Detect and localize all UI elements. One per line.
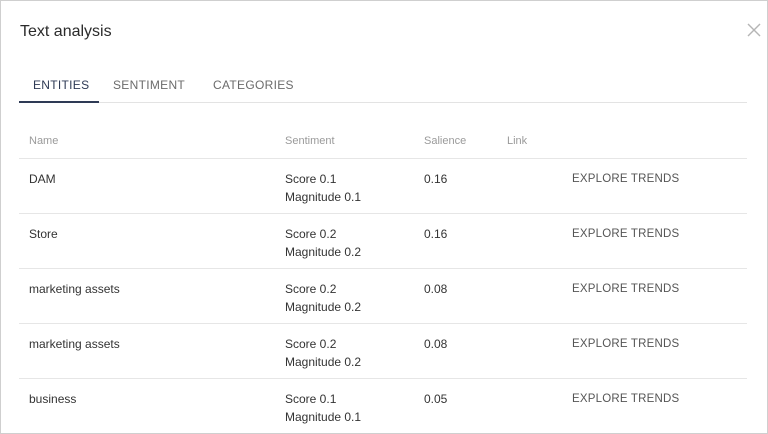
table-row: business Score 0.1 Magnitude 0.1 0.05 EX… (19, 379, 747, 433)
entity-name: marketing assets (29, 282, 120, 296)
sentiment-score: Score 0.2 (285, 337, 337, 351)
table-row: marketing assets Score 0.2 Magnitude 0.2… (19, 269, 747, 324)
sentiment-score: Score 0.1 (285, 172, 337, 186)
dialog-title: Text analysis (20, 23, 112, 40)
entity-name: Store (29, 227, 58, 241)
text-analysis-dialog: Text analysis ENTITIES SENTIMENT CATEGOR… (0, 0, 768, 434)
sentiment-magnitude: Magnitude 0.2 (285, 245, 362, 259)
entities-table: Name Sentiment Salience Link DAM Score 0… (19, 127, 747, 433)
tab-entities[interactable]: ENTITIES (19, 71, 99, 103)
explore-trends-button[interactable]: EXPLORE TRENDS (572, 390, 679, 408)
header-link: Link (507, 135, 528, 147)
entity-salience: 0.08 (424, 282, 448, 296)
table-header: Name Sentiment Salience Link (19, 127, 747, 159)
table-row: DAM Score 0.1 Magnitude 0.1 0.16 EXPLORE… (19, 159, 747, 214)
header-sentiment: Sentiment (285, 135, 335, 147)
explore-trends-button[interactable]: EXPLORE TRENDS (572, 225, 679, 243)
explore-trends-button[interactable]: EXPLORE TRENDS (572, 335, 679, 353)
close-button[interactable] (745, 21, 763, 39)
sentiment-score: Score 0.1 (285, 392, 337, 406)
sentiment-score: Score 0.2 (285, 282, 337, 296)
tab-sentiment[interactable]: SENTIMENT (99, 71, 199, 103)
table-row: marketing assets Score 0.2 Magnitude 0.2… (19, 324, 747, 379)
header-name: Name (29, 135, 59, 147)
explore-trends-button[interactable]: EXPLORE TRENDS (572, 280, 679, 298)
sentiment-score: Score 0.2 (285, 227, 337, 241)
entity-sentiment: Score 0.2 Magnitude 0.2 (285, 335, 361, 371)
entity-sentiment: Score 0.2 Magnitude 0.2 (285, 225, 361, 261)
entity-salience: 0.05 (424, 392, 448, 406)
tab-categories[interactable]: CATEGORIES (199, 71, 308, 103)
entity-name: business (29, 392, 77, 406)
explore-trends-button[interactable]: EXPLORE TRENDS (572, 170, 679, 188)
close-icon (747, 23, 761, 37)
sentiment-magnitude: Magnitude 0.2 (285, 355, 362, 369)
sentiment-magnitude: Magnitude 0.1 (285, 410, 362, 424)
entity-sentiment: Score 0.2 Magnitude 0.2 (285, 280, 361, 316)
entity-name: marketing assets (29, 337, 120, 351)
sentiment-magnitude: Magnitude 0.1 (285, 190, 362, 204)
entity-salience: 0.16 (424, 172, 448, 186)
entity-salience: 0.08 (424, 337, 448, 351)
header-salience: Salience (424, 135, 467, 147)
entity-name: DAM (29, 172, 56, 186)
entity-sentiment: Score 0.1 Magnitude 0.1 (285, 390, 361, 426)
entity-sentiment: Score 0.1 Magnitude 0.1 (285, 170, 361, 206)
sentiment-magnitude: Magnitude 0.2 (285, 300, 362, 314)
tab-bar: ENTITIES SENTIMENT CATEGORIES (19, 71, 747, 103)
entity-salience: 0.16 (424, 227, 448, 241)
table-row: Store Score 0.2 Magnitude 0.2 0.16 EXPLO… (19, 214, 747, 269)
